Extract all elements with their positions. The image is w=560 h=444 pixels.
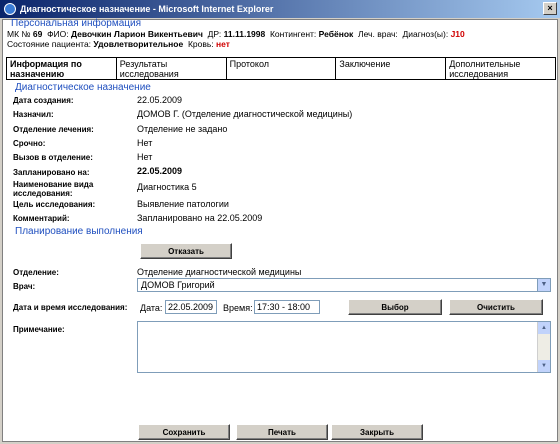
ie-icon <box>4 3 16 15</box>
treatment-dept-value: Отделение не задано <box>137 124 228 134</box>
print-button[interactable]: Печать <box>236 424 328 440</box>
note-textarea[interactable]: ▲ ▼ <box>137 321 551 373</box>
refuse-button[interactable]: Отказать <box>140 243 232 259</box>
personal-info-title: Персональная информация <box>11 18 142 29</box>
comment-label: Комментарий: <box>13 214 70 223</box>
clear-button[interactable]: Очистить <box>449 299 543 315</box>
department-value: Отделение диагностической медицины <box>137 267 302 277</box>
date-label: Дата: <box>140 303 163 313</box>
save-button[interactable]: Сохранить <box>138 424 230 440</box>
date-input[interactable]: 22.05.2009 <box>165 300 217 314</box>
tab-assignment-info[interactable]: Информация по назначению <box>7 58 117 79</box>
study-goal-label: Цель исследования: <box>13 200 96 209</box>
patient-dob: 11.11.1998 <box>223 29 266 39</box>
scroll-up-icon[interactable]: ▲ <box>538 322 550 334</box>
patient-state: Удовлетворительное <box>93 39 184 49</box>
assigned-by-label: Назначил: <box>13 110 54 119</box>
close-window-button[interactable]: × <box>543 2 557 15</box>
created-date-label: Дата создания: <box>13 96 74 105</box>
call-to-dept-value: Нет <box>137 152 153 162</box>
scroll-down-icon[interactable]: ▼ <box>538 360 550 372</box>
patient-diagnosis: J10 <box>450 29 465 39</box>
close-button[interactable]: Закрыть <box>331 424 423 440</box>
study-type-label: Наименование вида исследования: <box>13 180 94 198</box>
note-label: Примечание: <box>13 325 65 334</box>
tab-bar: Информация по назначению Результаты иссл… <box>6 57 556 80</box>
planning-title: Планирование выполнения <box>15 226 143 237</box>
window-titlebar: Диагностическое назначение - Microsoft I… <box>0 0 560 18</box>
planned-for-value: 22.05.2009 <box>137 166 183 176</box>
page-content: Персональная информация МК № 69 ФИО: Дев… <box>2 18 558 442</box>
assigned-by-value: ДОМОВ Г. (Отделение диагностической меди… <box>137 109 353 119</box>
study-goal-value: Выявление патологии <box>137 199 229 209</box>
patient-contingent: Ребёнок <box>318 29 354 39</box>
created-date-value: 22.05.2009 <box>137 95 183 105</box>
planned-for-label: Запланировано на: <box>13 168 90 177</box>
datetime-label: Дата и время исследования: <box>13 303 128 312</box>
window-title: Диагностическое назначение - Microsoft I… <box>20 4 274 14</box>
mk-number: 69 <box>32 29 43 39</box>
note-scrollbar[interactable]: ▲ ▼ <box>537 322 550 372</box>
tab-results[interactable]: Результаты исследования <box>116 58 227 79</box>
tab-conclusion[interactable]: Заключение <box>336 58 447 79</box>
comment-value: Запланировано на 22.05.2009 <box>137 213 263 223</box>
urgent-value: Нет <box>137 138 153 148</box>
department-label: Отделение: <box>13 268 59 277</box>
assignment-title: Диагностическое назначение <box>15 82 151 93</box>
time-input[interactable]: 17:30 - 18:00 <box>254 300 320 314</box>
patient-state-line: Состояние пациента: Удовлетворительное К… <box>7 39 230 49</box>
choose-button[interactable]: Выбор <box>348 299 442 315</box>
tab-additional[interactable]: Дополнительные исследования <box>446 58 555 79</box>
patient-name: Девочкин Ларион Викентьевич <box>71 29 203 39</box>
doctor-select-value: ДОМОВ Григорий <box>141 280 215 290</box>
doctor-select[interactable]: ДОМОВ Григорий ▼ <box>137 278 551 292</box>
tab-protocol[interactable]: Протокол <box>226 58 337 79</box>
patient-blood: нет <box>216 39 230 49</box>
treatment-dept-label: Отделение лечения: <box>13 125 94 134</box>
chevron-down-icon[interactable]: ▼ <box>537 279 550 291</box>
urgent-label: Срочно: <box>13 139 46 148</box>
study-type-value: Диагностика 5 <box>137 182 197 192</box>
patient-info-line: МК № 69 ФИО: Девочкин Ларион Викентьевич… <box>7 29 465 39</box>
time-label: Время: <box>223 303 253 313</box>
doctor-label: Врач: <box>13 282 36 291</box>
call-to-dept-label: Вызов в отделение: <box>13 153 93 162</box>
